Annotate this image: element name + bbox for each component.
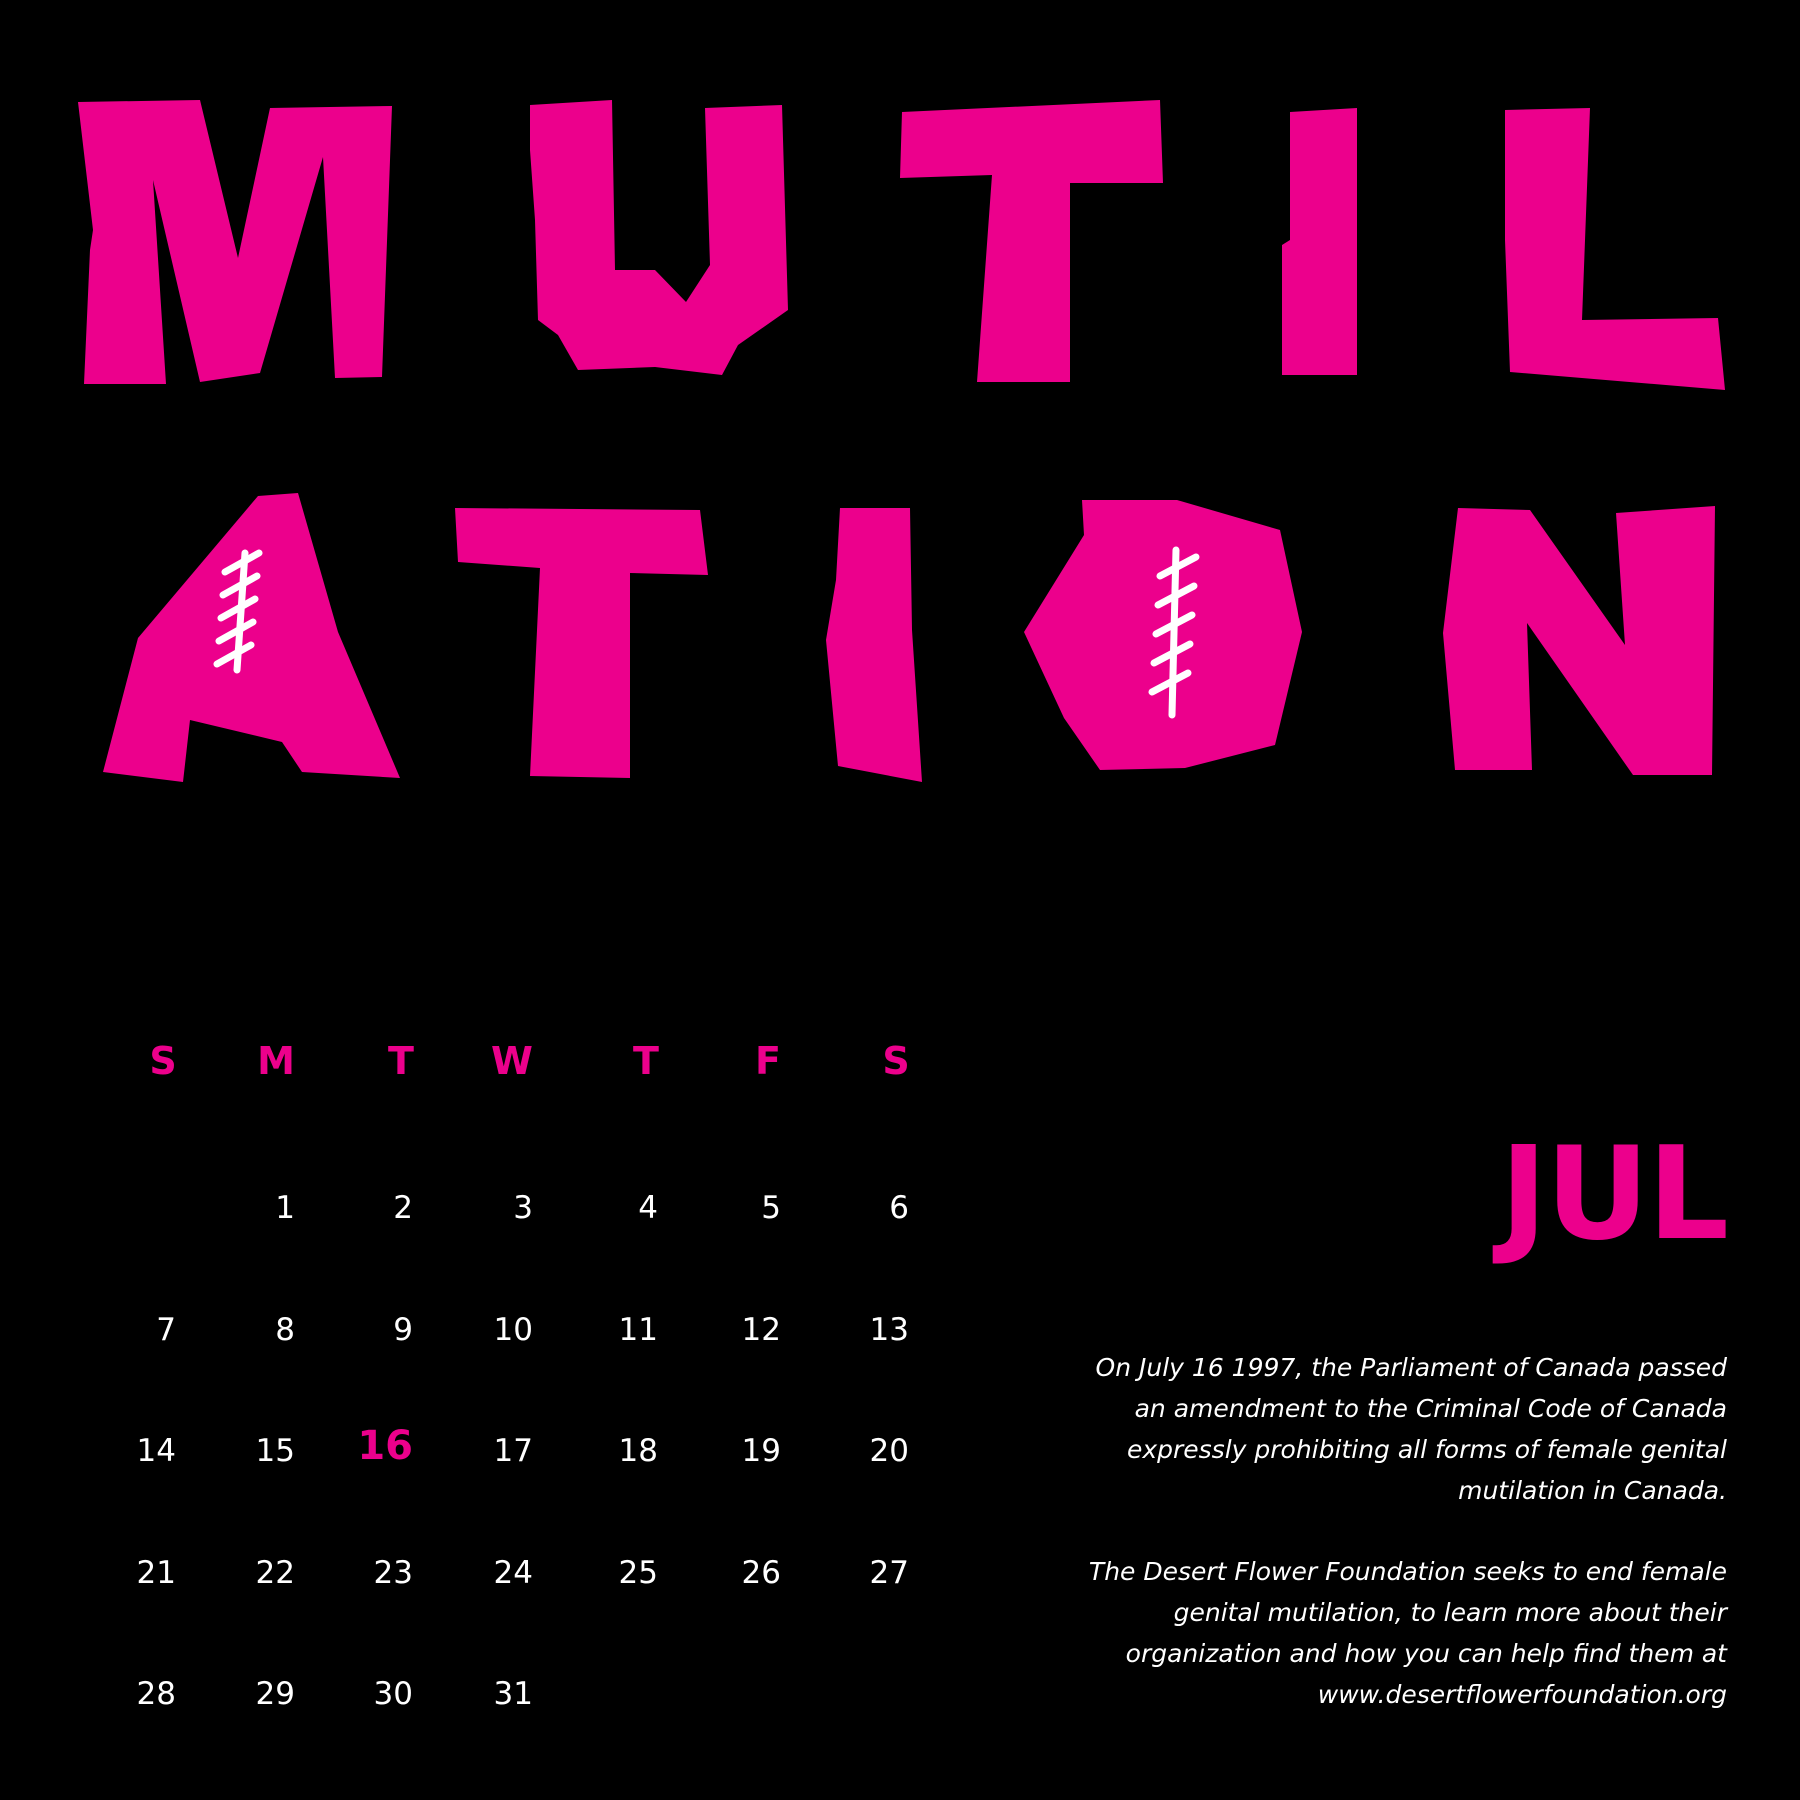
calendar-day: 9 [393, 1312, 413, 1348]
history-note: On July 16 1997, the Parliament of Canad… [1095, 1353, 1727, 1505]
calendar-day: 28 [136, 1676, 176, 1712]
calendar-day: 27 [869, 1555, 909, 1591]
calendar-day: 21 [136, 1555, 176, 1591]
month-label: JUL [1499, 1120, 1729, 1269]
title-letter-t-2 [455, 508, 708, 778]
calendar-day: 11 [618, 1312, 658, 1348]
calendar-day: 31 [493, 1676, 533, 1712]
calendar-day: 18 [618, 1433, 658, 1469]
calendar-day: 5 [761, 1190, 781, 1226]
title-letter-a [103, 493, 400, 782]
calendar-day: 22 [255, 1555, 295, 1591]
calendar-day: 14 [136, 1433, 176, 1469]
calendar-day: 13 [869, 1312, 909, 1348]
title-letter-m [78, 100, 392, 384]
foundation-note: The Desert Flower Foundation seeks to en… [1088, 1557, 1727, 1709]
calendar-day: 26 [741, 1555, 781, 1591]
weekday-label-wednesday: W [491, 1039, 533, 1083]
calendar-day: 17 [493, 1433, 533, 1469]
calendar-day: 30 [373, 1676, 413, 1712]
title-letter-u [530, 100, 788, 375]
title-artwork [78, 100, 1725, 782]
weekday-label-tuesday: T [388, 1039, 414, 1083]
weekday-label-thursday: T [633, 1039, 659, 1083]
calendar-day: 3 [513, 1190, 533, 1226]
calendar-day: 15 [255, 1433, 295, 1469]
calendar-day: 20 [869, 1433, 909, 1469]
calendar-day: 6 [889, 1190, 909, 1226]
title-letter-n [1443, 506, 1715, 775]
weekday-label-friday: F [755, 1039, 781, 1083]
title-letter-t [900, 100, 1163, 382]
calendar-day: 19 [741, 1433, 781, 1469]
weekday-label-sunday: S [149, 1039, 177, 1083]
calendar-day: 23 [373, 1555, 413, 1591]
calendar-day: 8 [275, 1312, 295, 1348]
title-letter-i [1282, 108, 1357, 375]
calendar-day: 4 [638, 1190, 658, 1226]
weekday-label-saturday: S [882, 1039, 910, 1083]
title-letter-o [1024, 500, 1302, 770]
calendar-day: 7 [156, 1312, 176, 1348]
calendar-day: 29 [255, 1676, 295, 1712]
title-letter-l [1505, 108, 1725, 390]
title-letter-i-2 [826, 508, 922, 782]
calendar-day: 25 [618, 1555, 658, 1591]
calendar-day: 1 [275, 1190, 295, 1226]
weekday-label-monday: M [257, 1039, 295, 1083]
calendar-day: 12 [741, 1312, 781, 1348]
calendar-day-highlighted: 16 [357, 1423, 413, 1469]
calendar-day: 24 [493, 1555, 533, 1591]
calendar-day: 2 [393, 1190, 413, 1226]
calendar-day: 10 [493, 1312, 533, 1348]
